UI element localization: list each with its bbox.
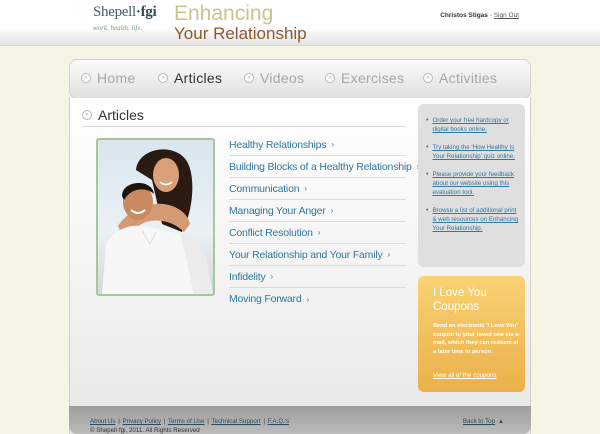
- article-link-communication[interactable]: Communication ›: [229, 178, 406, 200]
- faq-link[interactable]: F.A.Q.'s: [268, 418, 289, 425]
- bullet-icon: •: [426, 171, 429, 178]
- article-link-healthy-relationships[interactable]: Healthy Relationships ›: [229, 134, 406, 156]
- chevron-right-icon: ›: [306, 294, 310, 304]
- page-title-text: Articles: [98, 107, 144, 123]
- circle-arrow-icon: ›: [82, 110, 92, 120]
- chevron-right-icon: ›: [304, 184, 308, 193]
- footer-separator: |: [163, 418, 166, 425]
- user-area: Christos Stigas - Sign Out: [440, 12, 519, 19]
- site-title-line2: Your Relationship: [174, 24, 307, 43]
- coupon-promo: I Love You Coupons Send an electronic 'I…: [418, 276, 525, 392]
- site-title-line1: Enhancing: [174, 2, 274, 25]
- bullet-icon: •: [426, 117, 429, 124]
- article-link-conflict-resolution[interactable]: Conflict Resolution ›: [229, 222, 406, 244]
- nav-item-label: Home: [97, 70, 136, 86]
- chevron-right-icon: ›: [330, 206, 334, 215]
- resources-box: • Order your free hardcopy or digital bo…: [418, 104, 525, 267]
- resource-item: • Try taking the 'How Healthy Is Your Re…: [426, 143, 519, 161]
- terms-of-use-link[interactable]: Terms of Use: [168, 418, 204, 425]
- nav-item-activities[interactable]: › Activities: [423, 70, 497, 86]
- article-link-moving-forward[interactable]: Moving Forward ›: [229, 288, 406, 310]
- circle-arrow-icon: ›: [423, 73, 433, 83]
- user-separator: -: [489, 12, 492, 19]
- article-list: Healthy Relationships › Building Blocks …: [229, 134, 419, 310]
- footer-separator: |: [263, 418, 265, 425]
- article-link-building-blocks[interactable]: Building Blocks of a Healthy Relationshi…: [229, 156, 419, 178]
- about-us-link[interactable]: About Us: [90, 418, 115, 425]
- resource-item: • Order your free hardcopy or digital bo…: [426, 116, 519, 134]
- article-label: Communication: [229, 182, 300, 195]
- logo-tagline: work. health. life.: [93, 24, 143, 32]
- bullet-icon: •: [426, 207, 429, 214]
- resource-item: • Browse a list of additional print & we…: [426, 206, 519, 233]
- article-label: Infidelity: [229, 270, 266, 283]
- nav-item-articles[interactable]: › Articles: [158, 70, 222, 86]
- coupon-description: Send an electronic 'I Love You' coupon t…: [433, 323, 521, 355]
- article-label: Your Relationship and Your Family: [229, 248, 383, 261]
- article-label: Healthy Relationships: [229, 138, 327, 151]
- back-to-top-label: Back to Top: [462, 418, 496, 425]
- logo-brand: Shepell·fgi: [93, 4, 157, 20]
- chevron-right-icon: ›: [387, 250, 391, 259]
- coupon-title: I Love You Coupons: [433, 287, 487, 313]
- sign-out-link[interactable]: Sign Out: [494, 12, 519, 19]
- site-title: Enhancing Your Relationship: [174, 3, 307, 42]
- copyright-text: © Shepell·fgi, 2011. All Rights Reserved: [90, 427, 200, 434]
- privacy-policy-link[interactable]: Privacy Policy: [123, 418, 162, 425]
- nav-item-videos[interactable]: › Videos: [244, 70, 304, 86]
- article-label: Conflict Resolution: [229, 226, 313, 239]
- article-label: Building Blocks of a Healthy Relationshi…: [229, 160, 412, 173]
- chevron-right-icon: ›: [331, 140, 335, 149]
- nav-item-label: Articles: [174, 70, 223, 86]
- nav-item-home[interactable]: › Home: [81, 70, 136, 86]
- circle-arrow-icon: ›: [158, 73, 168, 83]
- nav-item-label: Activities: [439, 70, 498, 86]
- order-books-link[interactable]: Order your free hardcopy or digital book…: [432, 116, 519, 134]
- feedback-link[interactable]: Please provide your feedback about our w…: [432, 170, 519, 197]
- article-label: Moving Forward: [229, 293, 302, 305]
- chevron-right-icon: ›: [270, 272, 274, 281]
- main-nav: › Home › Articles › Videos › Exercises ›…: [69, 59, 531, 99]
- article-label: Managing Your Anger: [229, 204, 326, 217]
- footer-separator: |: [118, 418, 120, 425]
- nav-item-label: Exercises: [341, 70, 405, 86]
- view-coupons-link[interactable]: View all of the coupons: [433, 372, 497, 379]
- article-link-relationship-family[interactable]: Your Relationship and Your Family ›: [229, 244, 406, 266]
- footer-separator: |: [207, 418, 209, 425]
- bullet-icon: •: [426, 144, 429, 151]
- back-to-top-link[interactable]: Back to Top ▲: [463, 418, 504, 425]
- article-link-infidelity[interactable]: Infidelity ›: [229, 266, 406, 288]
- circle-arrow-icon: ›: [325, 73, 335, 83]
- site-footer: About Us | Privacy Policy | Terms of Use…: [69, 406, 531, 434]
- shepell-fgi-logo[interactable]: Shepell·fgi work. health. life.: [93, 4, 159, 40]
- chevron-right-icon: ›: [317, 228, 321, 237]
- couple-photo: [96, 138, 215, 296]
- technical-support-link[interactable]: Technical Support: [211, 418, 260, 425]
- resource-item: • Please provide your feedback about our…: [426, 170, 519, 197]
- page-title: › Articles: [82, 107, 144, 123]
- footer-links: About Us | Privacy Policy | Terms of Use…: [90, 418, 289, 425]
- quiz-link[interactable]: Try taking the 'How Healthy Is Your Rela…: [432, 143, 519, 161]
- circle-arrow-icon: ›: [244, 73, 254, 83]
- article-link-managing-anger[interactable]: Managing Your Anger ›: [229, 200, 406, 222]
- nav-item-label: Videos: [260, 70, 305, 86]
- user-name: Christos Stigas: [440, 12, 488, 19]
- additional-resources-link[interactable]: Browse a list of additional print & web …: [432, 206, 519, 233]
- triangle-up-icon: ▲: [498, 419, 504, 425]
- circle-arrow-icon: ›: [81, 73, 91, 83]
- title-divider: [82, 126, 405, 127]
- site-header: Shepell·fgi work. health. life. Enhancin…: [0, 0, 600, 46]
- nav-item-exercises[interactable]: › Exercises: [325, 70, 404, 86]
